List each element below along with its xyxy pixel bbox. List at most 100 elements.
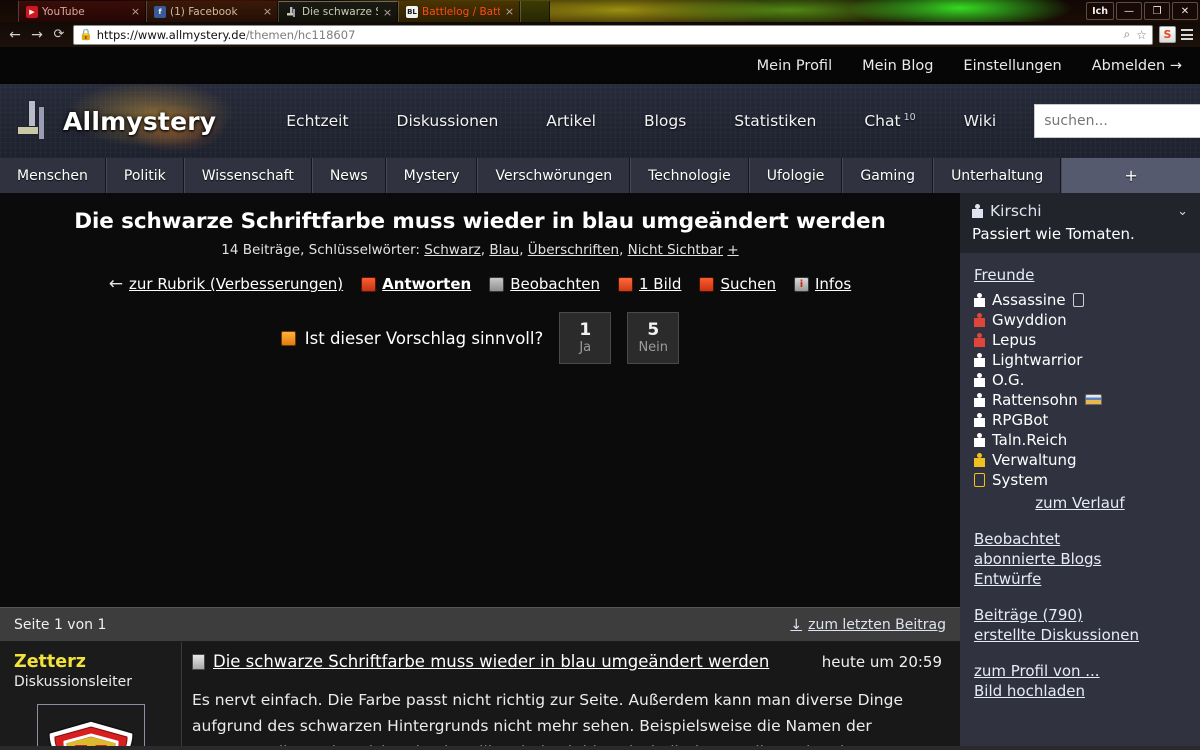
close-icon[interactable]: ×	[262, 6, 273, 17]
jump-to-last-post-link[interactable]: ↓ zum letzten Beitrag	[790, 617, 946, 633]
main-menu: Echtzeit Diskussionen Artikel Blogs Stat…	[262, 112, 1020, 130]
forward-icon[interactable]: →	[26, 24, 48, 45]
category-verschwoerungen[interactable]: Verschwörungen	[477, 158, 631, 193]
thread-meta: 14 Beiträge, Schlüsselwörter: Schwarz, B…	[0, 234, 960, 258]
action-infos[interactable]: i Infos	[793, 275, 851, 293]
bookmark-star-icon[interactable]: ☆	[1136, 28, 1147, 42]
friends-header[interactable]: Freunde	[974, 266, 1034, 284]
author-name[interactable]: Zetterz	[14, 652, 167, 672]
keyword-ueberschriften[interactable]: Überschriften	[528, 242, 619, 258]
poll-option-ja[interactable]: 1 Ja	[559, 312, 612, 364]
browser-tab[interactable]: f (1) Facebook ×	[146, 1, 278, 22]
new-tab-button[interactable]	[520, 1, 550, 22]
keyword-schwarz[interactable]: Schwarz	[424, 242, 481, 258]
category-politik[interactable]: Politik	[105, 158, 184, 193]
poll-option-nein[interactable]: 5 Nein	[627, 312, 680, 364]
erstellte-diskussionen-link[interactable]: erstellte Diskussionen	[974, 626, 1186, 644]
friend-name: Lepus	[992, 330, 1037, 349]
extension-icon[interactable]: S	[1159, 26, 1176, 43]
friend-item[interactable]: System	[974, 470, 1186, 489]
friend-item[interactable]: Lepus	[974, 330, 1186, 349]
allmystery-logo-icon[interactable]	[14, 98, 54, 144]
menu-item-blogs[interactable]: Blogs	[620, 112, 710, 130]
browser-user-button[interactable]: Ich	[1086, 2, 1114, 20]
action-zur-rubrik[interactable]: ← zur Rubrik (Verbesserungen)	[109, 274, 343, 294]
close-button[interactable]: ✕	[1172, 2, 1198, 20]
entwuerfe-link[interactable]: Entwürfe	[974, 570, 1186, 588]
category-wissenschaft[interactable]: Wissenschaft	[183, 158, 312, 193]
browser-tab-active[interactable]: Die schwarze Schriftfarbe m... ×	[278, 1, 398, 22]
search-input[interactable]	[1034, 104, 1200, 138]
topnav-item-mein-profil[interactable]: Mein Profil	[757, 58, 832, 74]
post-subject[interactable]: Die schwarze Schriftfarbe muss wieder in…	[213, 652, 769, 671]
horizontal-scrollbar[interactable]	[0, 746, 1200, 750]
zum-verlauf-link[interactable]: zum Verlauf	[1035, 494, 1124, 512]
category-unterhaltung[interactable]: Unterhaltung	[933, 158, 1062, 193]
category-mystery[interactable]: Mystery	[385, 158, 478, 193]
abonnierte-blogs-link[interactable]: abonnierte Blogs	[974, 550, 1186, 568]
topnav-item-einstellungen[interactable]: Einstellungen	[963, 58, 1061, 74]
menu-item-wiki[interactable]: Wiki	[940, 112, 1021, 130]
menu-item-chat[interactable]: Chat 10	[840, 112, 939, 130]
close-icon[interactable]: ×	[382, 7, 393, 18]
person-icon	[974, 432, 985, 447]
menu-item-echtzeit[interactable]: Echtzeit	[262, 112, 372, 130]
topnav-item-mein-blog[interactable]: Mein Blog	[862, 58, 933, 74]
category-news[interactable]: News	[311, 158, 386, 193]
person-icon	[974, 412, 985, 427]
keyword-nicht-sichtbar[interactable]: Nicht Sichtbar	[628, 242, 723, 258]
action-label: zur Rubrik (Verbesserungen)	[129, 275, 344, 293]
action-bilder[interactable]: 1 Bild	[617, 275, 681, 293]
reload-icon[interactable]: ⟳	[48, 24, 70, 45]
zum-profil-link[interactable]: zum Profil von ...	[974, 662, 1186, 680]
beitraege-link[interactable]: Beiträge (790)	[974, 606, 1186, 624]
sidebar-user-status: Passiert wie Tomaten.	[972, 225, 1135, 243]
avatar[interactable]	[36, 704, 145, 750]
thread-action-bar: ← zur Rubrik (Verbesserungen) Antworten …	[0, 258, 960, 294]
action-beobachten[interactable]: Beobachten	[489, 275, 600, 293]
category-technologie[interactable]: Technologie	[630, 158, 749, 193]
friend-item[interactable]: O.G.	[974, 370, 1186, 389]
note-icon	[192, 653, 205, 670]
category-ufologie[interactable]: Ufologie	[748, 158, 843, 193]
action-antworten[interactable]: Antworten	[361, 275, 471, 293]
back-icon[interactable]: ←	[4, 24, 26, 45]
hamburger-menu-icon[interactable]	[1178, 25, 1196, 45]
menu-item-artikel[interactable]: Artikel	[522, 112, 620, 130]
category-menschen[interactable]: Menschen	[0, 158, 106, 193]
sidebar-user-panel[interactable]: Kirschi ⌄ Passiert wie Tomaten.	[960, 193, 1200, 253]
friend-item[interactable]: Lightwarrior	[974, 350, 1186, 369]
action-suchen[interactable]: Suchen	[699, 275, 776, 293]
sidebar-username[interactable]: Kirschi	[990, 202, 1042, 220]
address-bar[interactable]: 🔒 https://www.allmystery.de/themen/hc118…	[73, 24, 1153, 45]
keyword-add-link[interactable]: +	[727, 242, 738, 258]
friend-item[interactable]: Verwaltung	[974, 450, 1186, 469]
post-header: Die schwarze Schriftfarbe muss wieder in…	[192, 652, 942, 671]
friend-item[interactable]: Assassine	[974, 290, 1186, 309]
friend-item[interactable]: RPGBot	[974, 410, 1186, 429]
arrow-left-icon: ←	[108, 274, 124, 294]
poll-label: Ja	[579, 340, 592, 355]
browser-tab[interactable]: ▶ YouTube ×	[18, 1, 146, 22]
post-timestamp: heute um 20:59	[821, 652, 942, 671]
topnav-item-abmelden[interactable]: Abmelden →	[1092, 58, 1182, 74]
close-icon[interactable]: ×	[504, 6, 515, 17]
site-brand[interactable]: Allmystery	[63, 107, 216, 136]
menu-item-diskussionen[interactable]: Diskussionen	[373, 112, 523, 130]
friend-item[interactable]: Gwyddion	[974, 310, 1186, 329]
close-icon[interactable]: ×	[130, 6, 141, 17]
browser-tab[interactable]: BL Battlelog / Battlefield 3 ×	[398, 1, 520, 22]
friend-item[interactable]: Rattensohn	[974, 390, 1186, 409]
friend-item[interactable]: Taln.Reich	[974, 430, 1186, 449]
menu-item-statistiken[interactable]: Statistiken	[710, 112, 840, 130]
category-add-button[interactable]: +	[1061, 158, 1200, 193]
sidebar-user-row: Kirschi ⌄	[972, 202, 1188, 220]
chevron-down-icon[interactable]: ⌄	[1177, 204, 1188, 219]
beobachtet-link[interactable]: Beobachtet	[974, 530, 1186, 548]
zoom-icon[interactable]: ⌕	[1124, 27, 1131, 42]
category-gaming[interactable]: Gaming	[842, 158, 934, 193]
keyword-blau[interactable]: Blau	[489, 242, 519, 258]
bild-hochladen-link[interactable]: Bild hochladen	[974, 682, 1186, 700]
maximize-button[interactable]: ❐	[1144, 2, 1170, 20]
minimize-button[interactable]: —	[1116, 2, 1142, 20]
